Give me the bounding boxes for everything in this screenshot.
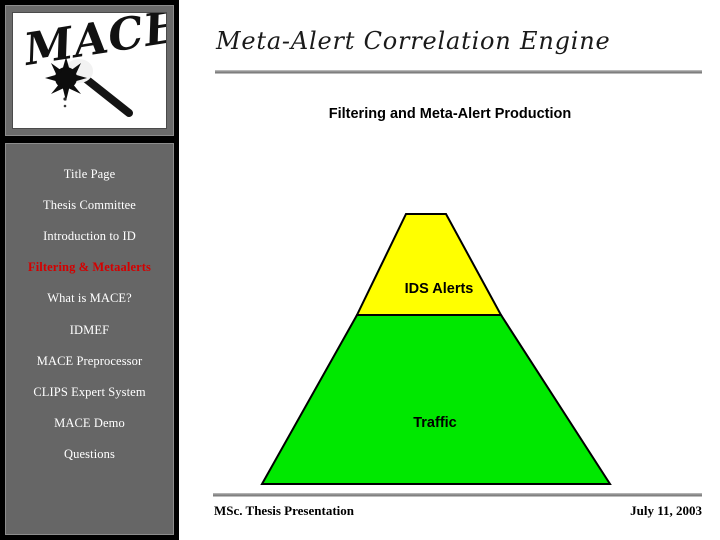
sidebar-item-title-page[interactable]: Title Page: [6, 158, 173, 189]
sidebar: MACE Title Page Thesis Committee Introdu…: [0, 0, 179, 540]
header-divider: [215, 70, 702, 74]
page-title: Meta-Alert Correlation Engine: [216, 27, 611, 55]
pyramid-diagram: IDS Alerts Traffic: [248, 205, 628, 490]
pyramid-layer-traffic: [260, 314, 612, 485]
sidebar-item-questions[interactable]: Questions: [6, 439, 173, 470]
footer-divider: [213, 493, 702, 497]
sidebar-nav-panel: Title Page Thesis Committee Introduction…: [5, 143, 174, 535]
pyramid-label-ids-alerts: IDS Alerts: [405, 281, 474, 297]
pyramid-label-traffic: Traffic: [413, 415, 457, 431]
footer-presentation-name: MSc. Thesis Presentation: [214, 503, 354, 518]
sidebar-item-mace-preprocessor[interactable]: MACE Preprocessor: [6, 345, 173, 376]
logo-image: MACE: [12, 12, 167, 129]
sidebar-item-introduction-to-id[interactable]: Introduction to ID: [6, 220, 173, 251]
sidebar-item-clips-expert-system[interactable]: CLIPS Expert System: [6, 376, 173, 407]
footer-date: July 11, 2003: [630, 503, 702, 518]
logo-frame: MACE: [5, 5, 174, 136]
mace-logo-icon: MACE: [13, 13, 166, 128]
pyramid-layer-ids-alerts: [355, 213, 503, 316]
sidebar-item-thesis-committee[interactable]: Thesis Committee: [6, 189, 173, 220]
slide-subtitle: Filtering and Meta-Alert Production: [328, 106, 572, 122]
sidebar-item-idmef[interactable]: IDMEF: [6, 314, 173, 345]
sidebar-item-filtering-metaalerts[interactable]: Filtering & Metaalerts: [6, 252, 173, 283]
sidebar-nav-list: Title Page Thesis Committee Introduction…: [6, 158, 173, 470]
sidebar-item-mace-demo[interactable]: MACE Demo: [6, 408, 173, 439]
sidebar-item-what-is-mace[interactable]: What is MACE?: [6, 283, 173, 314]
slide-canvas: MACE Title Page Thesis Committee Introdu…: [0, 0, 720, 540]
